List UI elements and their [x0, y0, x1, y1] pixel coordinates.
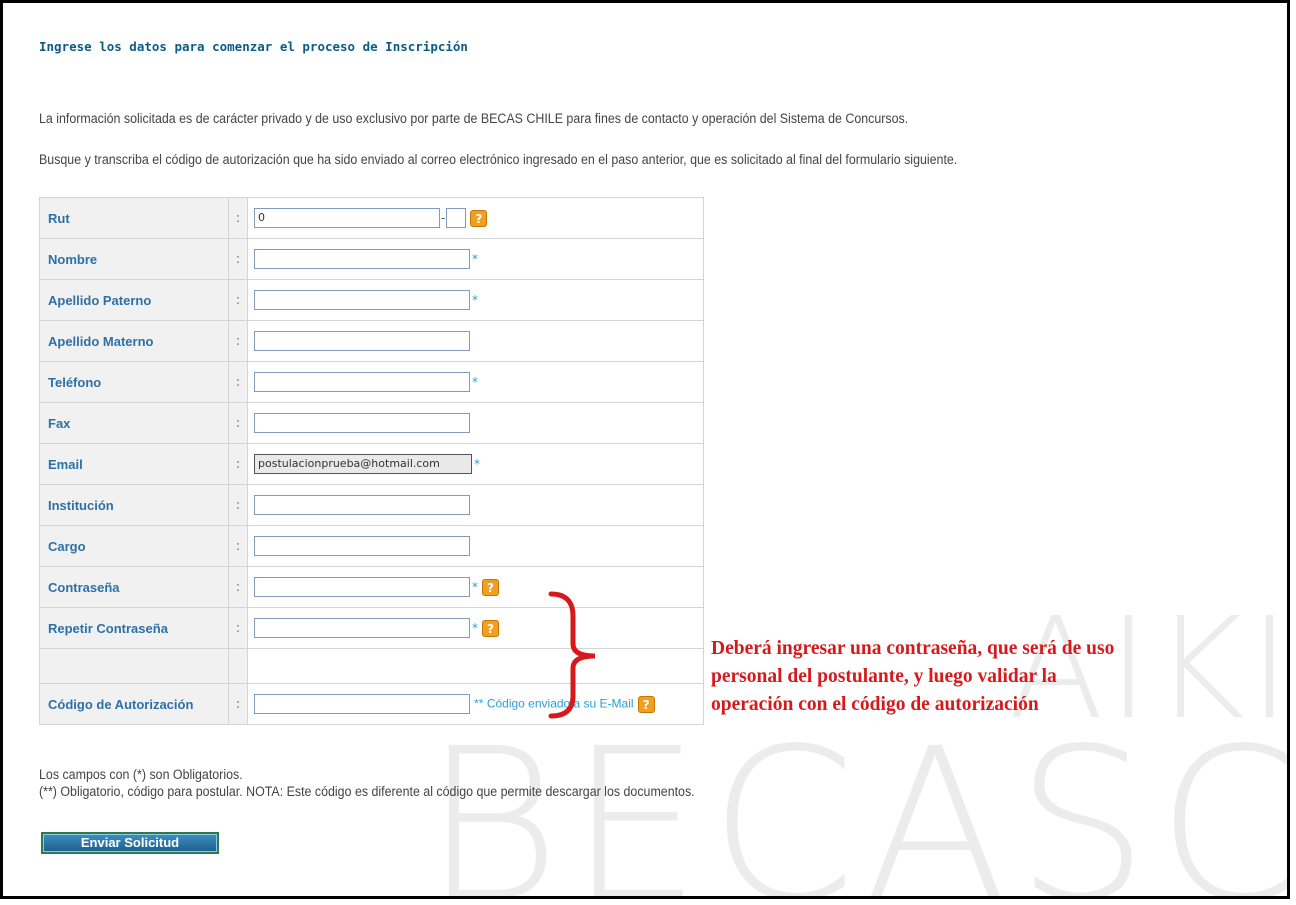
separator: :	[228, 197, 248, 239]
separator: :	[228, 443, 248, 485]
telefono-input[interactable]	[254, 372, 470, 392]
telefono-label: Teléfono	[39, 361, 229, 403]
apellido-paterno-cell: *	[247, 279, 704, 321]
authorization-code-input[interactable]	[254, 694, 470, 714]
cargo-cell	[247, 525, 704, 567]
form-row-telefono: Teléfono : *	[39, 361, 704, 403]
codigo-cell: ** Código enviado a su E-Mail?	[247, 683, 704, 725]
privacy-notice: La información solicitada es de carácter…	[39, 111, 909, 126]
repeat-password-input[interactable]	[254, 618, 470, 638]
required-mark: *	[472, 251, 478, 266]
email-field[interactable]: postulacionprueba@hotmail.com	[254, 454, 472, 474]
separator: :	[228, 607, 248, 649]
rut-help-icon[interactable]: ?	[470, 209, 488, 227]
annotation-line-1: Deberá ingresar una contraseña, que será…	[711, 638, 1115, 659]
password-input[interactable]	[254, 577, 470, 597]
nombre-input[interactable]	[254, 249, 470, 269]
repetir-contrasena-cell: *?	[247, 607, 704, 649]
curly-brace-annotation	[548, 591, 596, 719]
spacer-cell	[247, 648, 704, 684]
form-row-fax: Fax :	[39, 402, 704, 444]
separator: :	[228, 402, 248, 444]
apellido-materno-input[interactable]	[254, 331, 470, 351]
separator: :	[228, 484, 248, 526]
form-row-email: Email : postulacionprueba@hotmail.com *	[39, 443, 704, 485]
email-label: Email	[39, 443, 229, 485]
required-fields-note: Los campos con (*) son Obligatorios.	[39, 767, 243, 782]
spacer-cell	[228, 648, 248, 684]
email-cell: postulacionprueba@hotmail.com *	[247, 443, 704, 485]
form-row-nombre: Nombre : *	[39, 238, 704, 280]
apellido-materno-label: Apellido Materno	[39, 320, 229, 362]
watermark-line-2: BECASCH	[423, 703, 1287, 899]
repetir-contrasena-label: Repetir Contraseña	[39, 607, 229, 649]
form-row-cargo: Cargo :	[39, 525, 704, 567]
required-mark: *	[474, 456, 480, 471]
required-mark: *	[472, 292, 478, 307]
separator: :	[228, 361, 248, 403]
contrasena-label: Contraseña	[39, 566, 229, 608]
code-help-icon[interactable]: ?	[637, 695, 655, 713]
separator: :	[228, 279, 248, 321]
rut-input[interactable]: 0	[254, 208, 440, 228]
form-row-apellido-paterno: Apellido Paterno : *	[39, 279, 704, 321]
rut-dv-input[interactable]	[446, 208, 467, 228]
apellido-paterno-input[interactable]	[254, 290, 470, 310]
annotation-line-2: personal del postulante, y luego validar…	[711, 666, 1057, 687]
required-mark: *	[472, 620, 478, 635]
submit-request-button[interactable]: Enviar Solicitud	[41, 832, 219, 854]
fax-label: Fax	[39, 402, 229, 444]
apellido-paterno-label: Apellido Paterno	[39, 279, 229, 321]
password-annotation: Deberá ingresar una contraseña, que será…	[711, 635, 1114, 719]
codigo-label: Código de Autorización	[39, 683, 229, 725]
form-row-apellido-materno: Apellido Materno :	[39, 320, 704, 362]
form-row-rut: Rut : 0-?	[39, 197, 704, 239]
institucion-cell	[247, 484, 704, 526]
cargo-input[interactable]	[254, 536, 470, 556]
telefono-cell: *	[247, 361, 704, 403]
separator: :	[228, 320, 248, 362]
institucion-label: Institución	[39, 484, 229, 526]
page-frame: AIKINEN BECASCH Ingrese los datos para c…	[0, 0, 1290, 899]
rut-dash: -	[441, 210, 446, 225]
fax-input[interactable]	[254, 413, 470, 433]
repeat-password-help-icon[interactable]: ?	[482, 619, 499, 637]
rut-label: Rut	[39, 197, 229, 239]
code-instructions: Busque y transcriba el código de autoriz…	[39, 152, 958, 167]
required-mark: *	[472, 579, 478, 594]
separator: :	[228, 566, 248, 608]
annotation-line-3: operación con el código de autorización	[711, 694, 1039, 715]
apellido-materno-cell	[247, 320, 704, 362]
separator: :	[228, 525, 248, 567]
page-title: Ingrese los datos para comenzar el proce…	[39, 39, 468, 54]
nombre-cell: *	[247, 238, 704, 280]
required-mark: *	[472, 374, 478, 389]
rut-cell: 0-?	[247, 197, 704, 239]
cargo-label: Cargo	[39, 525, 229, 567]
contrasena-cell: *?	[247, 566, 704, 608]
separator: :	[228, 683, 248, 725]
institucion-input[interactable]	[254, 495, 470, 515]
password-help-icon[interactable]: ?	[482, 578, 499, 596]
form-row-institucion: Institución :	[39, 484, 704, 526]
separator: :	[228, 238, 248, 280]
fax-cell	[247, 402, 704, 444]
code-required-note: (**) Obligatorio, código para postular. …	[39, 784, 695, 799]
spacer-cell	[39, 648, 229, 684]
nombre-label: Nombre	[39, 238, 229, 280]
